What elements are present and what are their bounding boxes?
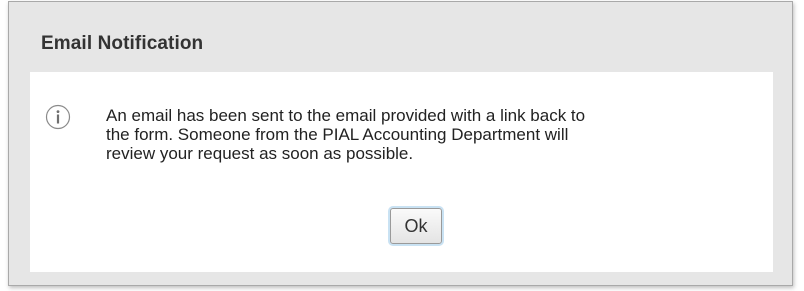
dialog-title: Email Notification: [41, 33, 204, 54]
dialog-message: An email has been sent to the email prov…: [106, 106, 586, 163]
ok-button[interactable]: Ok: [390, 208, 442, 244]
dialog-body: An email has been sent to the email prov…: [30, 72, 773, 272]
info-icon: [45, 104, 71, 130]
email-notification-dialog: Email Notification An email has been sen…: [8, 1, 793, 286]
